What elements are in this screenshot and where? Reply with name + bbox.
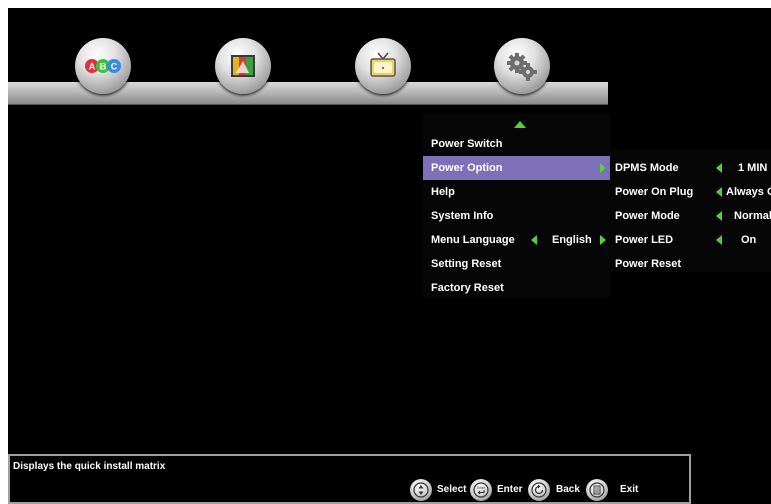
submenu-item-dpms-mode[interactable]: DPMS Mode 1 MIN bbox=[610, 156, 771, 180]
select-updown-icon bbox=[410, 479, 432, 501]
menu-item-menu-language[interactable]: Menu Language English bbox=[423, 228, 610, 252]
enter-icon: Enter bbox=[470, 479, 492, 501]
menu-item-setting-reset[interactable]: Setting Reset bbox=[423, 252, 610, 276]
enter-icon-text: Enter bbox=[477, 486, 486, 490]
exit-hint-label: Exit bbox=[620, 484, 639, 495]
menu-item-label: Setting Reset bbox=[431, 258, 502, 270]
power-led-value: On bbox=[741, 234, 757, 246]
arrow-left-icon[interactable] bbox=[531, 235, 537, 245]
submenu-item-power-led[interactable]: Power LED On bbox=[610, 228, 771, 252]
help-bar: Displays the quick install matrix Select… bbox=[8, 454, 691, 504]
menu-item-power-switch[interactable]: Power Switch bbox=[423, 132, 610, 156]
menu-language-value: English bbox=[552, 234, 592, 246]
tv-icon[interactable] bbox=[355, 38, 411, 94]
power-mode-value: Normal bbox=[734, 210, 771, 222]
power-on-plug-value: Always Off bbox=[726, 186, 771, 198]
scroll-up-arrow-icon[interactable] bbox=[514, 121, 526, 128]
submenu-item-power-mode[interactable]: Power Mode Normal bbox=[610, 204, 771, 228]
submenu-item-power-reset[interactable]: Power Reset bbox=[610, 252, 771, 276]
submenu-item-power-on-plug[interactable]: Power On Plug Always Off bbox=[610, 180, 771, 204]
abc-icon[interactable]: A B C bbox=[75, 38, 131, 94]
menu-exit-icon bbox=[586, 479, 608, 501]
select-hint-label: Select bbox=[437, 484, 467, 495]
enter-hint-label: Enter bbox=[497, 484, 523, 495]
menu-item-label: System Info bbox=[431, 210, 494, 222]
arrow-left-icon[interactable] bbox=[716, 187, 722, 197]
abc-letter-c: C bbox=[111, 62, 118, 72]
arrow-left-icon[interactable] bbox=[716, 211, 722, 221]
menu-item-system-info[interactable]: System Info bbox=[423, 204, 610, 228]
submenu-item-label: Power On Plug bbox=[615, 186, 694, 198]
menu-item-label: Menu Language bbox=[431, 234, 515, 246]
dpms-mode-value: 1 MIN bbox=[738, 162, 768, 174]
submenu-item-label: DPMS Mode bbox=[615, 162, 679, 174]
menu-item-label: Power Switch bbox=[431, 138, 503, 150]
menu-item-label: Factory Reset bbox=[431, 282, 504, 294]
abc-letter-b: B bbox=[100, 62, 107, 72]
submenu-item-label: Power Reset bbox=[615, 258, 682, 270]
main-menu: Power Switch Power Option Help System In… bbox=[423, 114, 610, 297]
submenu-item-label: Power LED bbox=[615, 234, 674, 246]
menu-item-factory-reset[interactable]: Factory Reset bbox=[423, 276, 610, 300]
menu-item-label: Power Option bbox=[431, 162, 503, 174]
submenu-arrow-icon bbox=[600, 163, 606, 173]
back-hint-label: Back bbox=[556, 484, 580, 495]
menu-item-label: Help bbox=[431, 186, 455, 198]
arrow-right-icon[interactable] bbox=[600, 235, 606, 245]
picture-icon[interactable] bbox=[215, 38, 271, 94]
back-icon bbox=[528, 479, 550, 501]
arrow-left-icon[interactable] bbox=[716, 163, 722, 173]
power-option-submenu: DPMS Mode 1 MIN Power On Plug Always Off… bbox=[610, 150, 771, 272]
arrow-left-icon[interactable] bbox=[716, 235, 722, 245]
gear-icon[interactable] bbox=[494, 38, 550, 94]
abc-letter-a: A bbox=[89, 62, 96, 72]
submenu-item-label: Power Mode bbox=[615, 210, 680, 222]
menu-item-power-option[interactable]: Power Option bbox=[423, 156, 610, 180]
help-description: Displays the quick install matrix bbox=[13, 461, 166, 472]
menu-item-help[interactable]: Help bbox=[423, 180, 610, 204]
tv-osd-screen: A B C Power Switch Power Option Help Sys… bbox=[8, 8, 771, 504]
